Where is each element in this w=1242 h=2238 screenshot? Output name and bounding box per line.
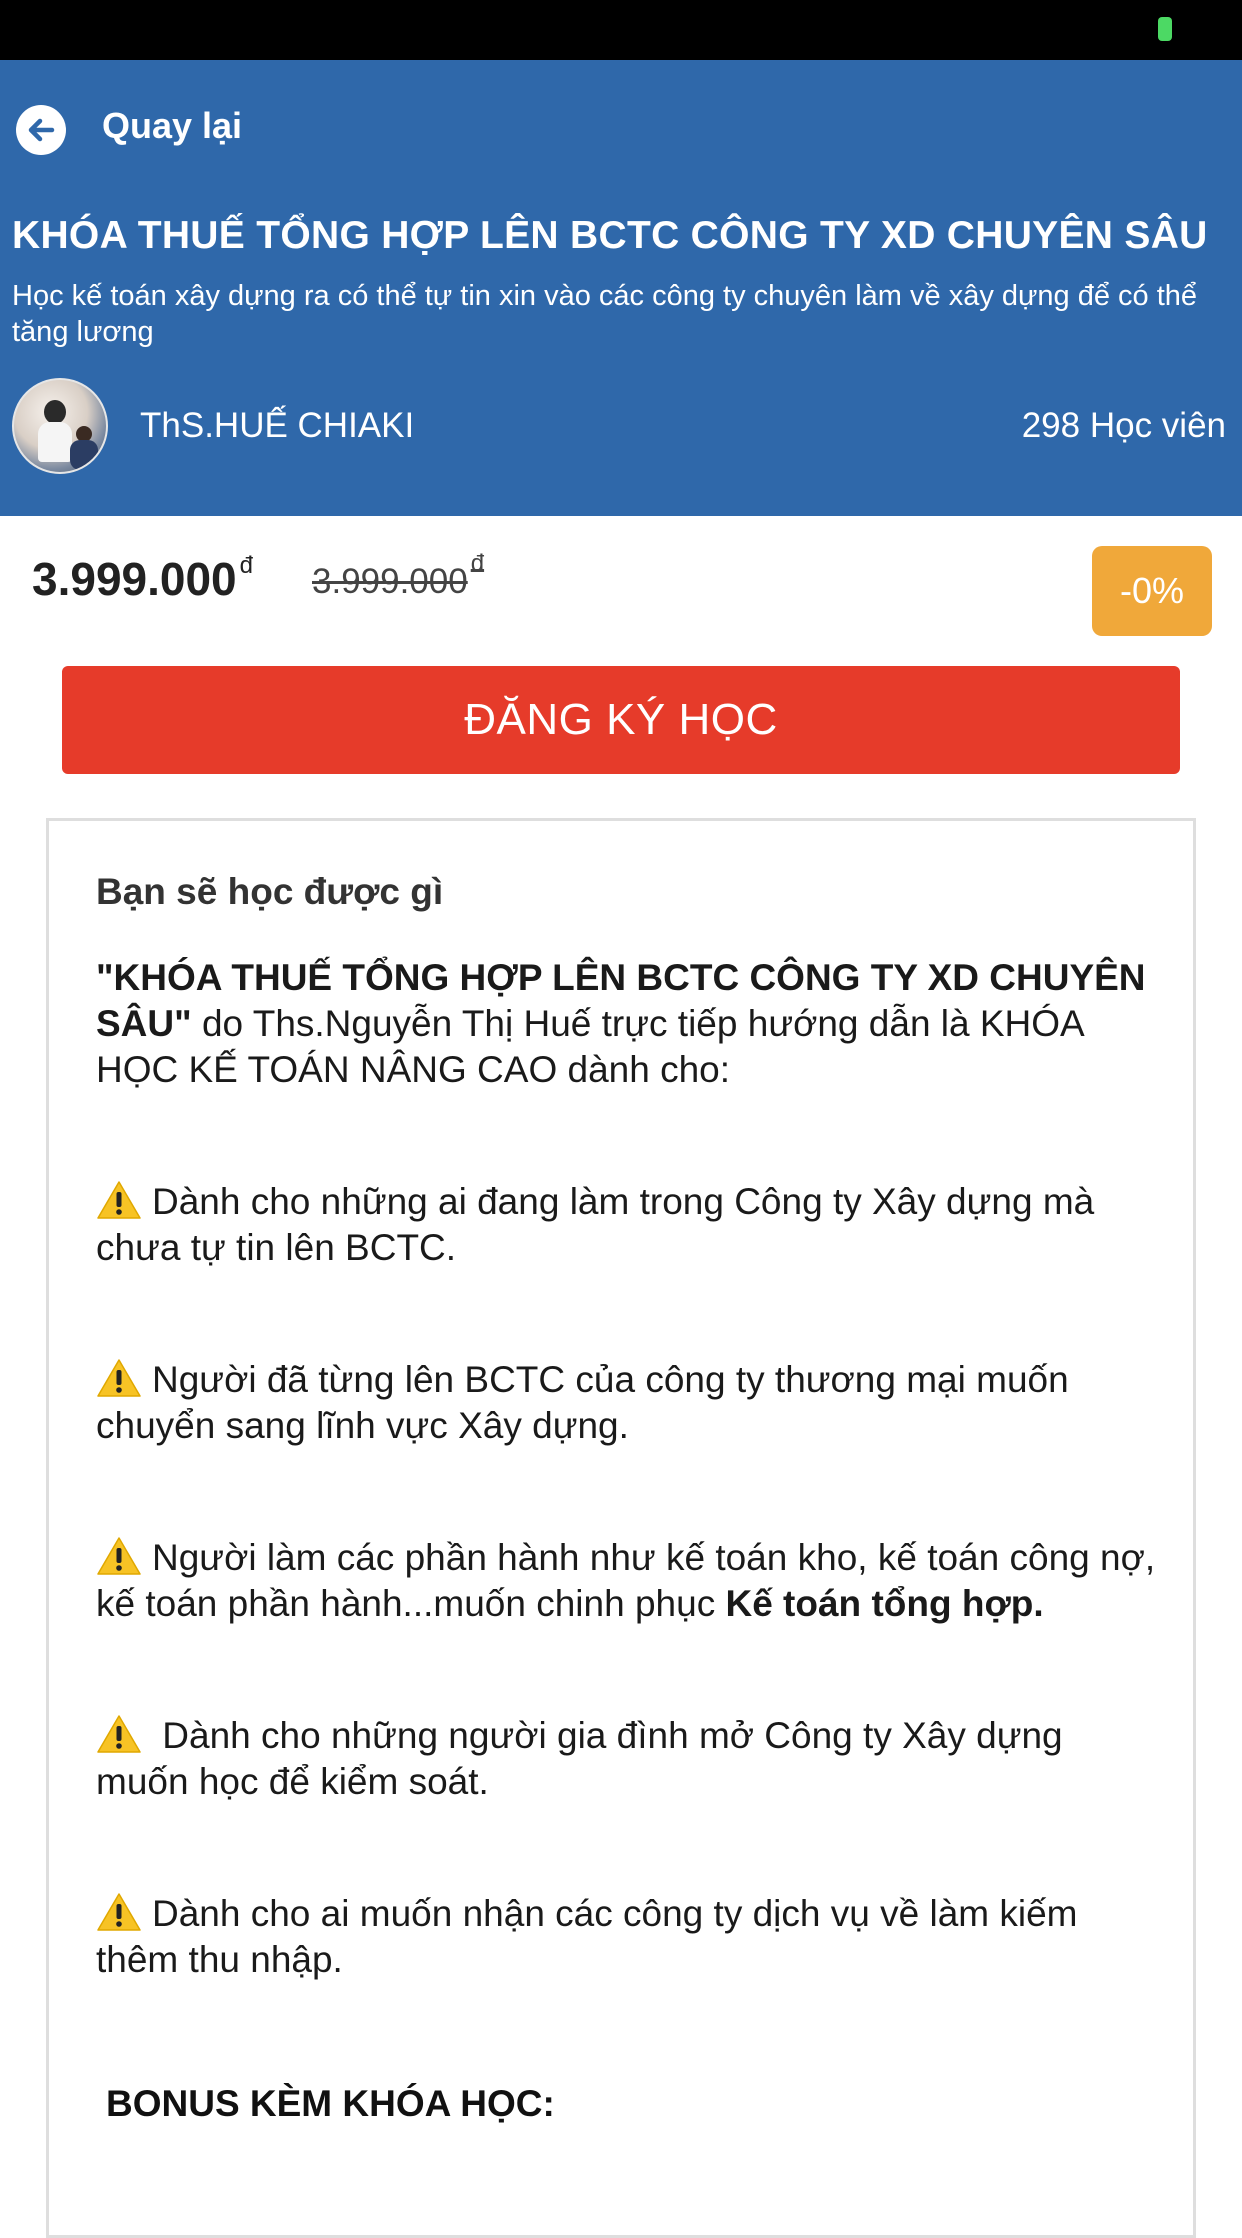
price-row: 3.999.000 đ 3.999.000 đ -0% [0, 516, 1242, 646]
list-item: Người đã từng lên BCTC của công ty thươn… [96, 1359, 1069, 1446]
warning-icon [97, 1893, 141, 1931]
status-bar [0, 0, 1242, 60]
course-header: Quay lại KHÓA THUẾ TỔNG HỢP LÊN BCTC CÔN… [0, 60, 1242, 516]
list-item: Dành cho những ai đang làm trong Công ty… [96, 1181, 1095, 1268]
currency-symbol: đ [239, 552, 254, 579]
arrow-left-icon[interactable] [16, 105, 66, 155]
warning-icon [97, 1359, 141, 1397]
original-price: 3.999.000 đ [312, 550, 485, 601]
student-count: 298 Học viên [1021, 406, 1226, 445]
course-subtitle: Học kế toán xây dựng ra có thể tự tin xi… [12, 280, 1198, 348]
back-label[interactable]: Quay lại [102, 105, 242, 147]
bonus-heading: BONUS KÈM KHÓA HỌC: [106, 2083, 555, 2124]
list-item: Dành cho ai muốn nhận các công ty dịch v… [96, 1893, 1078, 1980]
course-title: KHÓA THUẾ TỔNG HỢP LÊN BCTC CÔNG TY XD C… [12, 214, 1208, 257]
list-item: Người làm các phần hành như kế toán kho,… [96, 1537, 1156, 1624]
avatar [12, 378, 108, 474]
course-intro: "KHÓA THUẾ TỔNG HỢP LÊN BCTC CÔNG TY XD … [96, 955, 1156, 1093]
course-content-card: Bạn sẽ học được gì "KHÓA THUẾ TỔNG HỢP L… [46, 818, 1196, 2238]
section-heading: Bạn sẽ học được gì [96, 871, 444, 912]
current-price: 3.999.000 đ [32, 552, 254, 605]
author-name: ThS.HUẾ CHIAKI [140, 406, 415, 445]
list-item: Dành cho những người gia đình mở Công ty… [96, 1715, 1063, 1802]
battery-icon [1158, 17, 1172, 41]
warning-icon [97, 1537, 141, 1575]
author-row: ThS.HUẾ CHIAKI 298 Học viên [12, 378, 1226, 474]
warning-icon [97, 1715, 141, 1753]
register-button[interactable]: ĐĂNG KÝ HỌC [62, 666, 1180, 774]
discount-badge: -0% [1092, 546, 1212, 636]
warning-icon [97, 1181, 141, 1219]
currency-symbol: đ [470, 550, 485, 577]
back-button[interactable]: Quay lại [16, 100, 242, 160]
bullet-bold: Kế toán tổng hợp. [725, 1583, 1044, 1624]
intro-text: do Ths.Nguyễn Thị Huế trực tiếp hướng dẫ… [96, 1003, 1083, 1090]
